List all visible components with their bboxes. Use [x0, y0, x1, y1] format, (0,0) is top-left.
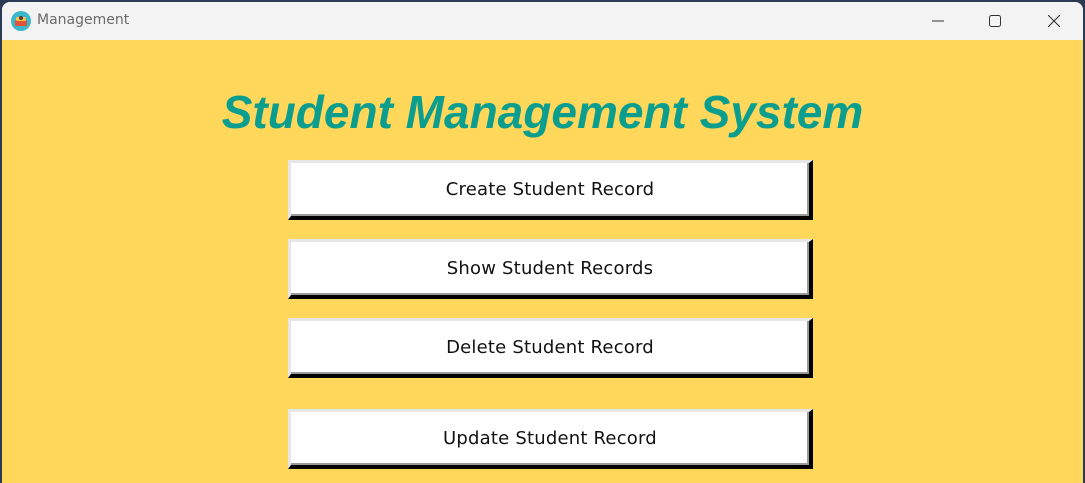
app-window: Management Student Management System Cre… [2, 2, 1083, 483]
delete-student-record-button[interactable]: Delete Student Record [288, 318, 813, 378]
button-label: Delete Student Record [446, 337, 654, 358]
button-label: Update Student Record [443, 428, 657, 449]
maximize-icon [989, 15, 1001, 27]
button-label: Create Student Record [445, 179, 655, 200]
minimize-button[interactable] [915, 2, 961, 40]
close-button[interactable] [1031, 2, 1077, 40]
app-icon [11, 11, 31, 31]
title-bar[interactable]: Management [2, 2, 1083, 40]
show-student-records-button[interactable]: Show Student Records [288, 239, 813, 299]
maximize-button[interactable] [972, 2, 1018, 40]
close-icon [1048, 15, 1060, 27]
create-student-record-button[interactable]: Create Student Record [288, 160, 813, 220]
page-title: Student Management System [221, 86, 864, 138]
minimize-icon [932, 20, 944, 22]
update-student-record-button[interactable]: Update Student Record [288, 409, 813, 469]
button-label: Show Student Records [446, 258, 654, 279]
window-title: Management [37, 12, 130, 28]
